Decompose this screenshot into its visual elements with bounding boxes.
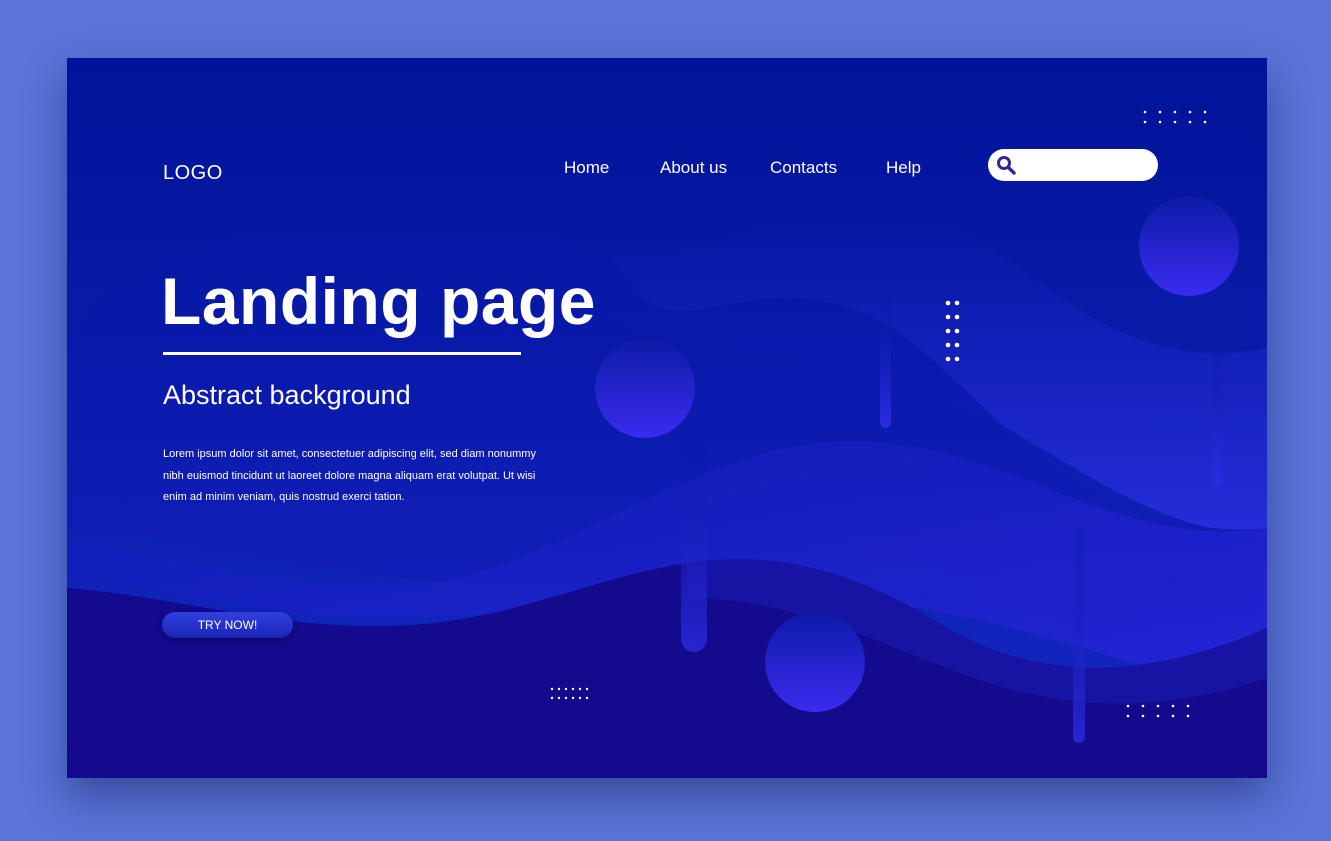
dot-grid-decoration-top-right — [1143, 110, 1207, 124]
dot-grid-decoration-bottom-right — [1126, 704, 1190, 718]
nav-item-home[interactable]: Home — [564, 158, 609, 178]
page-title: Landing page — [161, 264, 596, 338]
search-input[interactable] — [1022, 153, 1152, 179]
search-icon[interactable] — [996, 155, 1016, 175]
landing-page-frame: LOGO Home About us Contacts Help Landing… — [67, 58, 1267, 778]
try-now-button[interactable]: TRY NOW! — [162, 612, 293, 638]
title-underline — [163, 352, 521, 355]
dot-grid-decoration-bottom-center — [550, 687, 589, 700]
nav-item-help[interactable]: Help — [886, 158, 921, 178]
nav-item-contacts[interactable]: Contacts — [770, 158, 837, 178]
hero-description: Lorem ipsum dolor sit amet, consectetuer… — [163, 448, 536, 503]
dot-grid-decoration-vertical — [945, 300, 960, 362]
page-subtitle: Abstract background — [163, 380, 411, 410]
search-box[interactable] — [988, 149, 1158, 181]
nav-item-about-us[interactable]: About us — [660, 158, 727, 178]
logo[interactable]: LOGO — [163, 162, 223, 185]
